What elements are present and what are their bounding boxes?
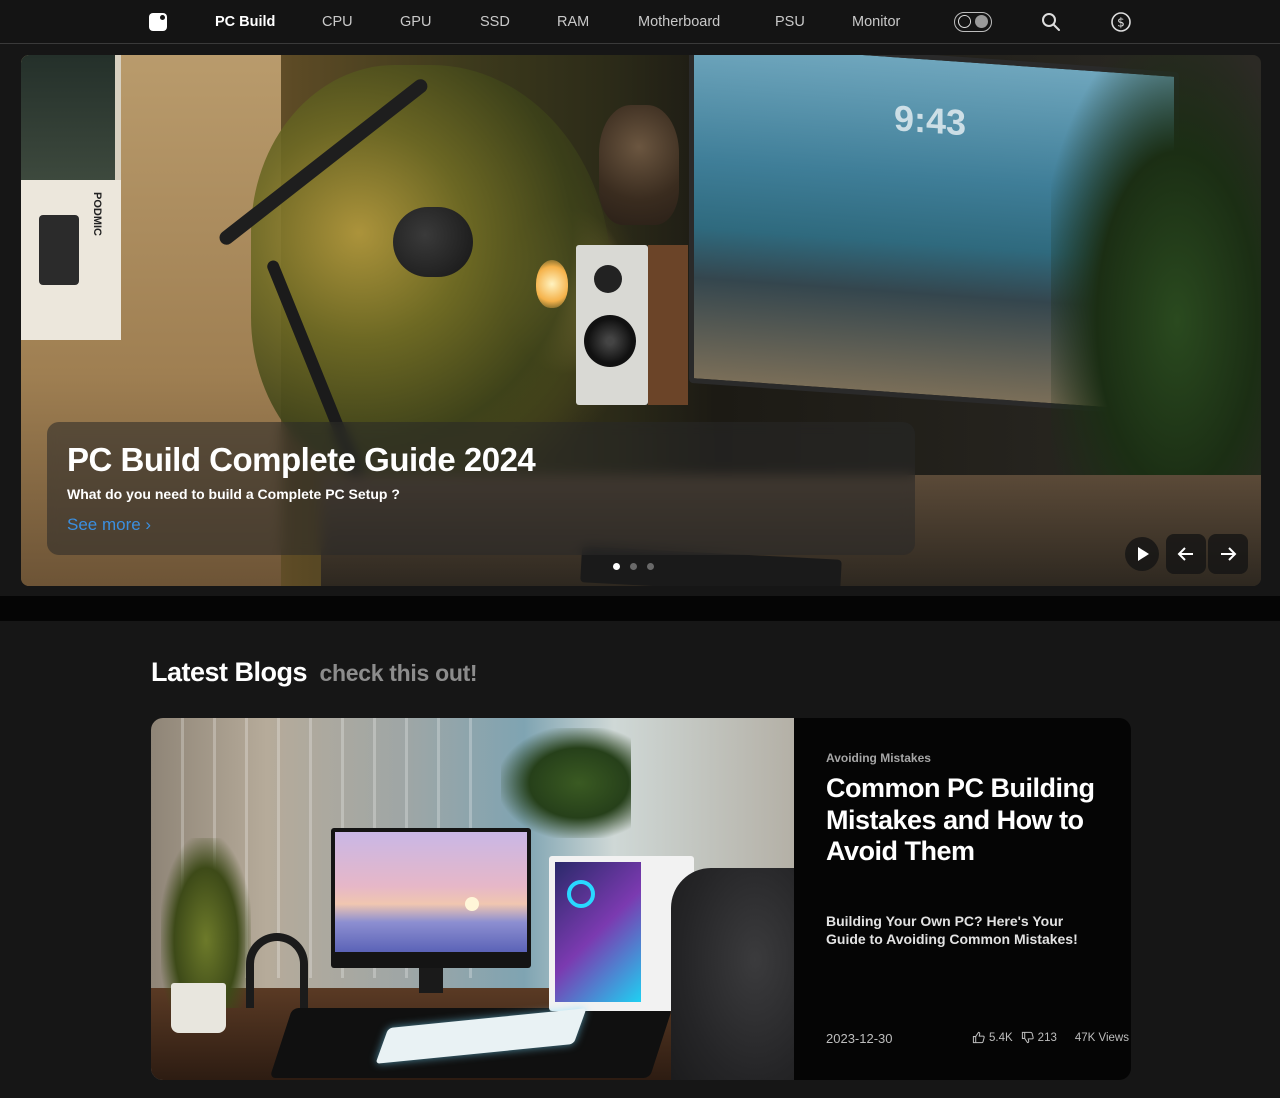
search-icon[interactable] <box>1040 11 1062 33</box>
nav-item-cpu[interactable]: CPU <box>322 14 353 30</box>
thumbs-up-icon[interactable] <box>972 1031 985 1044</box>
blog-card-text: Avoiding Mistakes Common PC Building Mis… <box>826 718 1129 1080</box>
arrow-right-icon <box>1221 547 1237 561</box>
carousel-dots <box>613 563 654 571</box>
blog-photo-monitor <box>331 828 531 968</box>
top-nav: PC Build CPU GPU SSD RAM Motherboard PSU… <box>0 0 1280 44</box>
see-more-link[interactable]: See more › <box>67 515 151 535</box>
blog-description: Building Your Own PC? Here's Your Guide … <box>826 913 1078 947</box>
thumbs-down-icon[interactable] <box>1021 1031 1034 1044</box>
hero-caption-card: PC Build Complete Guide 2024 What do you… <box>47 422 915 555</box>
arrow-left-icon <box>1177 547 1193 561</box>
blog-stats: 5.4K 213 47K Views <box>972 1031 1129 1044</box>
hero-title: PC Build Complete Guide 2024 <box>67 441 536 478</box>
blog-card-image <box>151 718 794 1080</box>
hero-photo-speaker-side <box>648 245 688 405</box>
views-count: 47K Views <box>1074 1031 1129 1044</box>
blog-photo-chair <box>671 868 794 1080</box>
blog-date: 2023-12-30 <box>826 1031 893 1046</box>
section-subtitle: check this out! <box>319 660 478 686</box>
mic-box-icon <box>39 215 79 285</box>
carousel-dot-1[interactable] <box>613 563 620 570</box>
carousel-dot-3[interactable] <box>647 563 654 570</box>
svg-text:$: $ <box>1117 16 1125 30</box>
carousel-dot-2[interactable] <box>630 563 637 570</box>
box-label: PODMIC <box>91 192 103 236</box>
moon-icon <box>958 15 971 28</box>
nav-item-monitor[interactable]: Monitor <box>852 14 900 30</box>
hero-photo-bulb <box>536 260 568 308</box>
dislikes-count: 213 <box>1037 1031 1057 1044</box>
hero-subtitle: What do you need to build a Complete PC … <box>67 486 400 502</box>
theme-toggle[interactable] <box>954 12 992 32</box>
hero-photo-speaker <box>576 245 648 405</box>
nav-item-gpu[interactable]: GPU <box>400 14 431 30</box>
blog-photo-pot <box>171 983 226 1033</box>
monitor-clock: 9:43 <box>894 97 967 144</box>
blog-photo-monitor-stand <box>419 968 443 993</box>
hero-photo-window <box>21 55 121 185</box>
latest-blogs-heading: Latest Blogs check this out! <box>151 657 478 688</box>
blog-photo-hanging-plant <box>501 728 631 838</box>
play-icon <box>1138 547 1149 561</box>
blog-title[interactable]: Common PC Building Mistakes and How to A… <box>826 773 1096 868</box>
hero-photo-microphone <box>393 207 473 277</box>
nav-item-motherboard[interactable]: Motherboard <box>638 14 720 30</box>
hero-carousel[interactable]: PODMIC 9:43 PC Build Complete Guide 2024… <box>21 55 1261 586</box>
blog-card[interactable]: Avoiding Mistakes Common PC Building Mis… <box>151 718 1131 1080</box>
likes-count: 5.4K <box>989 1031 1013 1044</box>
dollar-icon[interactable]: $ <box>1110 11 1132 33</box>
nav-item-ram[interactable]: RAM <box>557 14 589 30</box>
hero-photo-box: PODMIC <box>21 180 121 340</box>
logo-icon[interactable] <box>149 13 167 31</box>
blog-category[interactable]: Avoiding Mistakes <box>826 751 931 765</box>
nav-item-psu[interactable]: PSU <box>775 14 805 30</box>
play-button[interactable] <box>1125 537 1159 571</box>
blog-photo-headphones <box>246 933 308 1008</box>
prev-slide-button[interactable] <box>1166 534 1206 574</box>
toggle-knob <box>975 15 988 28</box>
section-divider <box>0 596 1280 621</box>
nav-item-pc-build[interactable]: PC Build <box>215 14 275 30</box>
section-title: Latest Blogs <box>151 657 308 687</box>
hero-photo-plush <box>599 105 679 225</box>
next-slide-button[interactable] <box>1208 534 1248 574</box>
nav-item-ssd[interactable]: SSD <box>480 14 510 30</box>
